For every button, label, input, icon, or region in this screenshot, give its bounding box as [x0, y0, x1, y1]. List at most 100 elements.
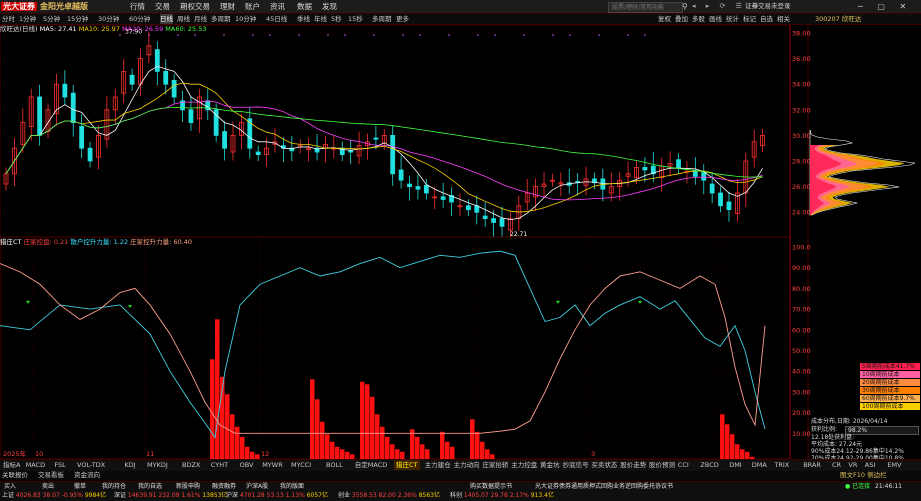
indicator-tab-30[interactable]: CR: [830, 460, 843, 470]
signal-dot: [373, 34, 375, 36]
tool-2[interactable]: 叠加: [675, 14, 688, 24]
status-action-4[interactable]: 我的持仓: [102, 483, 126, 491]
indicator-tab-27[interactable]: DMA: [750, 460, 769, 470]
tool-7[interactable]: 自选: [760, 14, 773, 24]
indicator-tab-18[interactable]: 主力控盘: [509, 460, 539, 470]
period-11[interactable]: 10分钟: [235, 14, 256, 24]
indicator-tab-26[interactable]: DMI: [727, 460, 744, 470]
ctrl-item-1[interactable]: 关联报价: [2, 471, 28, 480]
indicator-tick: 80.00: [792, 285, 811, 293]
signal-marker: [638, 300, 642, 304]
indicator-tab-33[interactable]: EMV: [885, 460, 903, 470]
search-icon[interactable]: ⚲: [682, 2, 688, 12]
tool-3[interactable]: 多股: [692, 14, 705, 24]
status-action-9[interactable]: 我的版面: [280, 483, 304, 491]
indicator-tab-7[interactable]: BDZX: [180, 460, 202, 470]
period-18[interactable]: 更多: [396, 14, 409, 24]
index-4[interactable]: 创业 3558.53 82.00 2.36% 8563亿: [338, 492, 440, 500]
menu-5[interactable]: 账户: [245, 0, 260, 13]
period-4[interactable]: 15分钟: [67, 14, 88, 24]
indicator-tab-31[interactable]: VR: [846, 460, 859, 470]
indicator-tab-29[interactable]: BRAR: [801, 460, 823, 470]
period-13[interactable]: 季线: [297, 14, 310, 24]
indicator-tab-24[interactable]: CCI: [676, 460, 691, 470]
ctrl-item-2[interactable]: 交易看板: [38, 471, 64, 480]
menu-6[interactable]: 资讯: [270, 0, 285, 13]
period-6[interactable]: 60分钟: [129, 14, 150, 24]
status-action-2[interactable]: 卖出: [42, 483, 54, 491]
candle-body: [62, 83, 68, 98]
menu-4[interactable]: 理财: [220, 0, 235, 13]
period-8[interactable]: 周线: [177, 14, 190, 24]
period-7[interactable]: 日线: [160, 14, 173, 24]
indicator-tab-32[interactable]: ASI: [863, 460, 878, 470]
index-1[interactable]: 上证 4026.83 38.07 -0.95% 9984亿: [2, 492, 106, 500]
indicator-bar: [440, 431, 445, 459]
status-action-3[interactable]: 撤单: [74, 483, 86, 491]
indicator-tab-17[interactable]: 庄家抬轿: [480, 460, 510, 470]
indicator-tab-23[interactable]: 股价预测: [647, 460, 677, 470]
indicator-tab-21[interactable]: 买卖状态: [589, 460, 619, 470]
indicator-tab-3[interactable]: FSL: [52, 460, 67, 470]
f10-sidebar-toggle[interactable]: 图文F10 侧边栏: [840, 471, 887, 480]
status-action-5[interactable]: 我的自选: [138, 483, 162, 491]
tool-5[interactable]: 统计: [726, 14, 739, 24]
period-17[interactable]: 多周期: [372, 14, 392, 24]
status-action-10[interactable]: 购买数据提示书: [470, 483, 512, 491]
tool-6[interactable]: 标记: [743, 14, 756, 24]
indicator-tab-12[interactable]: BOLL: [324, 460, 345, 470]
candle-body: [163, 71, 169, 85]
status-action-1[interactable]: 买入: [4, 483, 16, 491]
indicator-tab-14[interactable]: 猎庄CT: [394, 460, 420, 470]
period-14[interactable]: 年线: [314, 14, 327, 24]
period-16[interactable]: 15秒: [348, 14, 363, 24]
status-action-6[interactable]: 新股申购: [176, 483, 200, 491]
period-10[interactable]: 多周期: [211, 14, 231, 24]
index-5[interactable]: 科创 1405.07 29.78 2.17% 913.4亿: [450, 492, 554, 500]
indicator-tab-10[interactable]: MYWR: [260, 460, 285, 470]
window-controls[interactable]: ─ ▢ ✕: [858, 0, 912, 13]
indicator-tab-8[interactable]: CYHT: [209, 460, 230, 470]
indicator-tab-11[interactable]: MYCCI: [289, 460, 313, 470]
period-15[interactable]: 5秒: [331, 14, 342, 24]
indicator-tab-4[interactable]: VOL-TDX: [75, 460, 107, 470]
period-3[interactable]: 5分钟: [43, 14, 60, 24]
status-action-11[interactable]: 光大证券债券通用质押式回购业务逆回购委托协议书: [535, 483, 673, 491]
status-action-8[interactable]: 沪深A股: [246, 483, 268, 491]
tool-8[interactable]: 相关: [777, 14, 790, 24]
indicator-tab-13[interactable]: 自定MACD: [353, 460, 389, 470]
menu-8[interactable]: 发现: [322, 0, 337, 13]
period-9[interactable]: 月线: [194, 14, 207, 24]
menu-1[interactable]: 行情: [130, 0, 145, 13]
indicator-tab-15[interactable]: 主力建仓: [423, 460, 453, 470]
status-action-7[interactable]: 融资融券: [212, 483, 236, 491]
tool-1[interactable]: 复权: [658, 14, 671, 24]
search-input[interactable]: 股票/理财/常用功能: [608, 2, 683, 13]
indicator-tab-22[interactable]: 股价走势: [618, 460, 648, 470]
login-status[interactable]: 证券交易未登录: [745, 0, 791, 13]
price-tick: 38.00: [792, 30, 811, 38]
period-12[interactable]: 45日线: [266, 14, 287, 24]
period-1[interactable]: 分时: [2, 14, 15, 24]
index-3[interactable]: 沪深 4701.28 53.13 1.13% 6057亿: [226, 492, 328, 500]
indicator-tab-28[interactable]: TRIX: [772, 460, 791, 470]
ctrl-item-3[interactable]: 资金流向: [74, 471, 100, 480]
menu-2[interactable]: 交易: [155, 0, 170, 13]
menu-3[interactable]: 期权交易: [180, 0, 210, 13]
indicator-tab-20[interactable]: 抄底信号: [561, 460, 591, 470]
indicator-tab-5[interactable]: KDJ: [122, 460, 137, 470]
indicator-tab-19[interactable]: 黄金坑: [538, 460, 562, 470]
indicator-bar: [470, 419, 475, 459]
period-2[interactable]: 1分钟: [19, 14, 36, 24]
index-2[interactable]: 深证 14639.91 232.09 1.61% 13853亿: [114, 492, 227, 500]
indicator-tab-6[interactable]: MYKDJ: [145, 460, 170, 470]
indicator-tab-1[interactable]: 指标A: [1, 460, 22, 470]
indicator-tab-2[interactable]: MACD: [24, 460, 47, 470]
tool-4[interactable]: 画线: [709, 14, 722, 24]
menu-7[interactable]: 数据: [297, 0, 312, 13]
indicator-tab-9[interactable]: OBV: [238, 460, 256, 470]
period-5[interactable]: 30分钟: [98, 14, 119, 24]
indicator-tab-16[interactable]: 主力动向: [452, 460, 482, 470]
stock-code: 300207 欣旺达: [815, 15, 862, 23]
indicator-tab-25[interactable]: ZBCD: [698, 460, 720, 470]
